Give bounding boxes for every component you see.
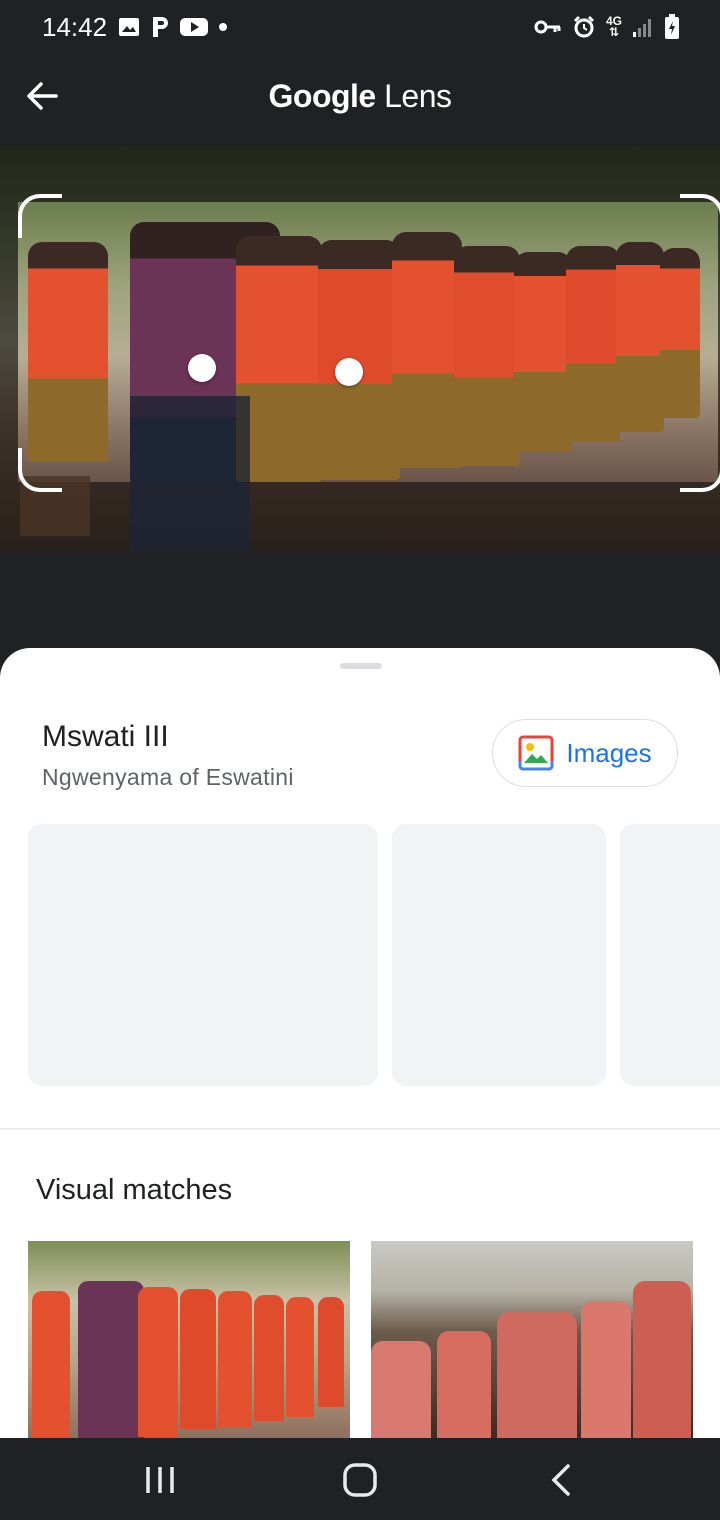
network-4g-icon: 4G ⇅ bbox=[605, 14, 622, 39]
match-dancer bbox=[218, 1291, 252, 1427]
back-nav-button[interactable] bbox=[540, 1458, 584, 1502]
result-image-card[interactable] bbox=[392, 824, 606, 1086]
drag-handle[interactable] bbox=[340, 663, 382, 669]
match-dancer bbox=[286, 1297, 314, 1417]
result-image-card[interactable] bbox=[28, 824, 378, 1086]
results-sheet: Mswati III Ngwenyama of Eswatini Images … bbox=[0, 648, 720, 1438]
dancer-figure bbox=[392, 232, 462, 468]
recent-apps-button[interactable] bbox=[138, 1458, 182, 1502]
visual-match-thumbnail[interactable] bbox=[28, 1241, 350, 1438]
signal-icon bbox=[632, 16, 654, 38]
status-left-icons bbox=[118, 14, 228, 40]
object-dot[interactable] bbox=[335, 358, 363, 386]
status-bar: 14:42 4G ⇅ bbox=[0, 0, 720, 54]
gallery-icon bbox=[118, 17, 140, 37]
home-icon bbox=[343, 1463, 377, 1497]
home-button[interactable] bbox=[338, 1458, 382, 1502]
app-header: Google Lens bbox=[0, 54, 720, 146]
network-type-label: 4G bbox=[605, 14, 622, 28]
match-dancer bbox=[32, 1291, 70, 1438]
result-image-card[interactable] bbox=[620, 824, 720, 1086]
match-dancer bbox=[254, 1295, 284, 1421]
recent-apps-icon bbox=[146, 1467, 174, 1493]
section-divider bbox=[0, 1128, 720, 1130]
dancer-figure bbox=[454, 246, 520, 466]
dancer-figure bbox=[28, 242, 108, 462]
images-button-label: Images bbox=[566, 737, 652, 768]
object-dot[interactable] bbox=[188, 354, 216, 382]
match-dancer bbox=[581, 1301, 631, 1438]
match-dancer bbox=[138, 1287, 178, 1437]
match-dancer bbox=[437, 1331, 491, 1438]
dancer-figure bbox=[130, 396, 250, 552]
page-title: Google Lens bbox=[0, 78, 720, 115]
battery-icon bbox=[664, 14, 680, 40]
dot-icon bbox=[218, 22, 228, 32]
youtube-icon bbox=[180, 17, 208, 37]
images-button[interactable]: Images bbox=[492, 719, 678, 787]
result-title: Mswati III bbox=[42, 720, 169, 753]
match-dancer bbox=[318, 1297, 344, 1407]
dancer-figure bbox=[616, 242, 664, 432]
alarm-icon bbox=[572, 15, 596, 39]
match-dancer bbox=[497, 1311, 577, 1438]
status-right-icons: 4G ⇅ bbox=[534, 14, 680, 40]
lens-photo[interactable] bbox=[0, 146, 720, 552]
match-dancer bbox=[633, 1281, 691, 1438]
crop-region[interactable] bbox=[18, 202, 718, 482]
match-dancer bbox=[180, 1289, 216, 1429]
crop-handle-top-left[interactable] bbox=[18, 194, 62, 238]
dancer-figure bbox=[660, 248, 700, 418]
title-product: Lens bbox=[384, 78, 452, 114]
p-app-icon bbox=[150, 15, 170, 39]
match-dancer bbox=[371, 1341, 431, 1438]
title-brand: Google bbox=[268, 78, 377, 114]
vpn-key-icon bbox=[534, 18, 562, 36]
match-dancer bbox=[78, 1281, 144, 1438]
system-nav-bar bbox=[0, 1438, 720, 1520]
visual-match-thumbnail[interactable] bbox=[371, 1241, 693, 1438]
crop-handle-bottom-left[interactable] bbox=[18, 448, 62, 492]
dancer-figure bbox=[514, 252, 572, 452]
crop-handle-bottom-right[interactable] bbox=[680, 448, 720, 492]
back-nav-icon bbox=[551, 1464, 570, 1496]
image-icon bbox=[518, 735, 554, 771]
status-time: 14:42 bbox=[42, 12, 108, 42]
dancer-figure bbox=[566, 246, 620, 442]
visual-matches-title: Visual matches bbox=[36, 1174, 233, 1206]
result-subtitle: Ngwenyama of Eswatini bbox=[42, 764, 294, 790]
dancer-figure bbox=[318, 240, 400, 480]
crop-handle-top-right[interactable] bbox=[680, 194, 720, 238]
